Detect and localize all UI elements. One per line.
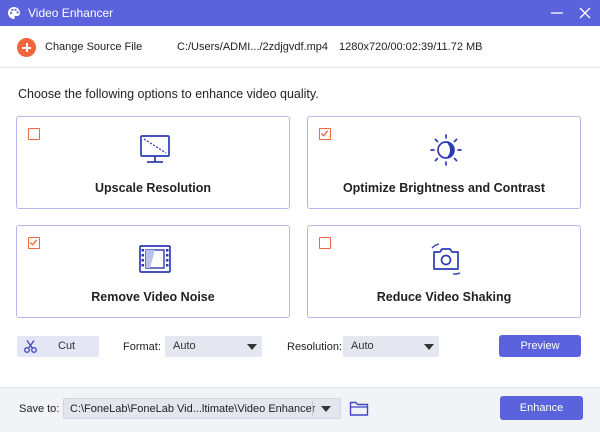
scissors-icon [24,340,37,353]
upscale-resolution-label: Upscale Resolution [95,181,211,195]
upscale-resolution-icon [140,135,170,163]
optimize-brightness-checkbox[interactable] [319,128,331,140]
brightness-icon [430,134,462,166]
format-select[interactable]: Auto [165,336,262,357]
palette-icon [8,7,20,19]
save-path-divider [312,401,313,416]
window-title: Video Enhancer [28,6,114,20]
remove-video-noise-label: Remove Video Noise [91,290,215,304]
close-icon[interactable] [576,4,594,22]
option-reduce-video-shaking[interactable]: Reduce Video Shaking [307,225,581,318]
enhance-button[interactable]: Enhance [500,396,583,420]
folder-icon[interactable] [349,400,369,417]
checkmark-icon [320,130,329,137]
change-source-file-button[interactable]: Change Source File [45,41,142,53]
source-file-info: 1280x720/00:02:39/11.72 MB [339,41,483,53]
chevron-down-icon[interactable] [321,406,331,412]
save-path-value: C:\FoneLab\FoneLab Vid...ltimate\Video E… [70,403,316,415]
upscale-resolution-checkbox[interactable] [28,128,40,140]
footer-bar: Save to: C:\FoneLab\FoneLab Vid...ltimat… [0,387,600,432]
plus-circle-icon[interactable] [17,38,36,57]
title-bar: Video Enhancer [0,0,600,26]
save-to-label: Save to: [19,403,60,415]
cut-button[interactable]: Cut [17,336,99,357]
format-value: Auto [173,340,196,352]
option-upscale-resolution[interactable]: Upscale Resolution [16,116,290,209]
remove-video-noise-checkbox[interactable] [28,237,40,249]
resolution-value: Auto [351,340,374,352]
optimize-brightness-label: Optimize Brightness and Contrast [342,181,546,195]
chevron-down-icon [247,344,257,350]
save-path-select[interactable]: C:\FoneLab\FoneLab Vid...ltimate\Video E… [63,398,341,419]
resolution-label: Resolution: [287,341,343,353]
reduce-video-shaking-checkbox[interactable] [319,237,331,249]
source-file-bar: Change Source File C:/Users/ADMI.../2zdj… [0,26,600,68]
format-label: Format: [123,341,161,353]
checkmark-icon [29,239,38,246]
source-file-path: C:/Users/ADMI.../2zdjgvdf.mp4 [177,41,328,53]
minimize-icon[interactable] [548,4,566,22]
reduce-video-shaking-label: Reduce Video Shaking [376,290,512,304]
option-remove-video-noise[interactable]: Remove Video Noise [16,225,290,318]
chevron-down-icon [424,344,434,350]
preview-button[interactable]: Preview [499,335,581,357]
resolution-select[interactable]: Auto [343,336,439,357]
instruction-text: Choose the following options to enhance … [18,87,319,101]
camera-rotate-icon [431,243,461,275]
cut-label: Cut [58,340,76,352]
film-strip-icon [139,245,171,273]
option-optimize-brightness[interactable]: Optimize Brightness and Contrast [307,116,581,209]
